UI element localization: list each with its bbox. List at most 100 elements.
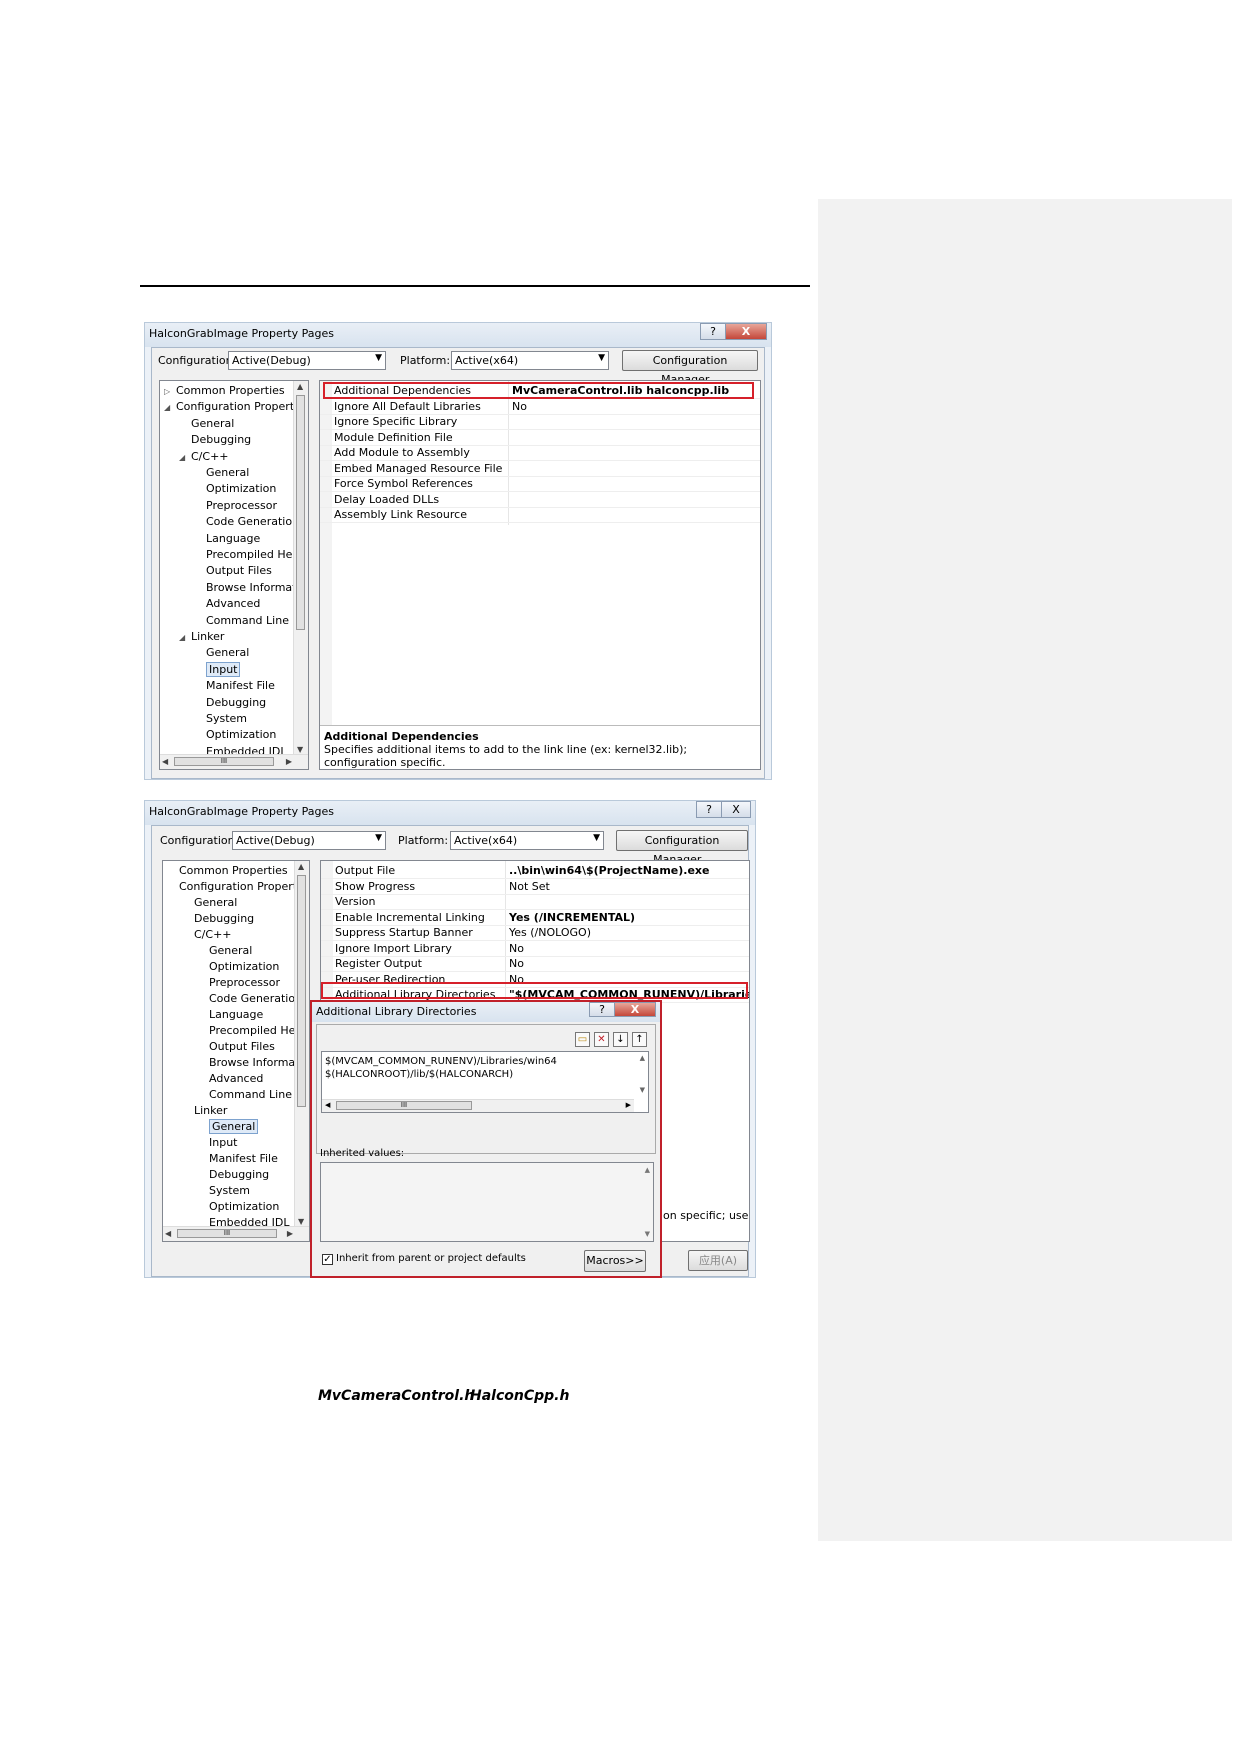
property-row[interactable]: Embed Managed Resource File: [320, 461, 760, 477]
property-row[interactable]: Module Definition File: [320, 430, 760, 446]
tree-item[interactable]: Optimization: [197, 1199, 279, 1215]
scrollbar-thumb[interactable]: [296, 395, 305, 630]
tree-item[interactable]: Code Generation: [197, 991, 302, 1007]
property-row[interactable]: Add Module to Assembly: [320, 445, 760, 461]
configuration-manager-button[interactable]: Configuration Manager...: [616, 830, 748, 866]
property-row[interactable]: Ignore Specific Library: [320, 414, 760, 430]
scroll-left-icon[interactable]: ◀: [165, 1229, 171, 1238]
tree-item[interactable]: Debugging: [179, 432, 251, 448]
tree-item[interactable]: Debugging: [182, 911, 254, 927]
close-button[interactable]: X: [725, 323, 767, 340]
property-value[interactable]: No: [509, 941, 524, 956]
scroll-right-icon[interactable]: ▶: [626, 1101, 631, 1109]
property-row[interactable]: Ignore All Default Libraries No: [320, 399, 760, 415]
property-row[interactable]: Register Output No: [321, 956, 749, 972]
property-value[interactable]: ..\bin\win64\$(ProjectName).exe: [509, 863, 709, 878]
tree-item[interactable]: Language: [194, 531, 260, 547]
tree-horizontal-scrollbar[interactable]: ◀ III ▶: [160, 754, 308, 769]
tree-item[interactable]: Advanced: [197, 1071, 263, 1087]
tree-item[interactable]: Precompiled Head: [194, 547, 306, 563]
property-value[interactable]: No: [509, 956, 524, 971]
tree-item[interactable]: Language: [197, 1007, 263, 1023]
list-horizontal-scrollbar[interactable]: ◀ III ▶: [322, 1099, 634, 1112]
property-row[interactable]: Enable Incremental Linking Yes (/INCREMEN…: [321, 910, 749, 926]
expand-arrow-icon[interactable]: ◢: [164, 400, 176, 416]
tree-item[interactable]: General: [179, 416, 234, 432]
tree-item[interactable]: Preprocessor: [197, 975, 280, 991]
expand-arrow-icon[interactable]: ◢: [179, 450, 191, 466]
inherit-checkbox[interactable]: ✓: [322, 1254, 333, 1265]
tree-item[interactable]: ◢ Configuration Properties: [164, 399, 308, 416]
property-row[interactable]: Force Symbol References: [320, 476, 760, 492]
tree-item[interactable]: Manifest File: [197, 1151, 278, 1167]
close-button[interactable]: X: [721, 801, 751, 818]
scroll-right-icon[interactable]: ▶: [286, 757, 292, 766]
configuration-select[interactable]: Active(Debug) ▼: [228, 351, 386, 370]
apply-button[interactable]: 应用(A): [688, 1250, 748, 1271]
tree-item[interactable]: ◢ C/C++: [179, 449, 229, 465]
move-down-icon[interactable]: ↓: [613, 1032, 628, 1047]
scroll-left-icon[interactable]: ◀: [162, 757, 168, 766]
tree-item[interactable]: Linker: [182, 1103, 227, 1119]
property-value[interactable]: Yes (/INCREMENTAL): [509, 910, 635, 925]
tree-item[interactable]: Optimization: [194, 481, 276, 497]
configuration-select[interactable]: Active(Debug) ▼: [232, 831, 386, 850]
property-row[interactable]: Output File ..\bin\win64\$(ProjectName).e…: [321, 863, 749, 879]
tree-item[interactable]: Command Line: [194, 613, 289, 629]
property-row[interactable]: Delay Loaded DLLs: [320, 492, 760, 508]
configuration-manager-button[interactable]: Configuration Manager...: [622, 350, 758, 386]
property-tree[interactable]: Common Properties Configuration Propertie…: [162, 860, 310, 1242]
property-value[interactable]: No: [512, 399, 527, 414]
scroll-down-icon[interactable]: ▼: [297, 745, 303, 754]
tree-item[interactable]: General: [197, 1119, 259, 1135]
hscroll-thumb[interactable]: III: [336, 1101, 472, 1110]
help-button[interactable]: ?: [589, 1002, 615, 1017]
property-row[interactable]: Version: [321, 894, 749, 910]
tree-vertical-scrollbar[interactable]: ▲ ▼: [294, 861, 309, 1227]
property-row[interactable]: Show Progress Not Set: [321, 879, 749, 895]
scroll-down-icon[interactable]: ▼: [640, 1086, 645, 1094]
help-button[interactable]: ?: [696, 801, 722, 818]
tree-item[interactable]: Input: [197, 1135, 237, 1151]
tree-item[interactable]: Browse Informatio: [197, 1055, 309, 1071]
tree-item[interactable]: General: [194, 465, 249, 481]
directory-entry[interactable]: $(HALCONROOT)/lib/$(HALCONARCH): [325, 1068, 557, 1081]
directory-list[interactable]: $(MVCAM_COMMON_RUNENV)/Libraries/win64 $(…: [321, 1051, 649, 1113]
delete-icon[interactable]: ✕: [594, 1032, 609, 1047]
tree-item[interactable]: Input: [194, 661, 241, 678]
tree-item[interactable]: Advanced: [194, 596, 260, 612]
tree-item[interactable]: Debugging: [197, 1167, 269, 1183]
scroll-up-icon[interactable]: ▲: [297, 382, 303, 391]
tree-item[interactable]: General: [194, 645, 249, 661]
property-row[interactable]: Assembly Link Resource: [320, 507, 760, 523]
tree-item[interactable]: ▷ Common Properties: [164, 383, 285, 399]
scrollbar-thumb[interactable]: [297, 875, 306, 1107]
scroll-up-icon[interactable]: ▲: [640, 1054, 645, 1062]
scroll-up-icon[interactable]: ▲: [645, 1166, 650, 1174]
property-value[interactable]: Not Set: [509, 879, 550, 894]
close-button[interactable]: X: [614, 1002, 656, 1017]
expand-arrow-icon[interactable]: ▷: [164, 384, 176, 400]
tree-item[interactable]: ◢ Linker: [179, 629, 224, 645]
tree-item[interactable]: System: [197, 1183, 250, 1199]
help-button[interactable]: ?: [700, 323, 726, 340]
tree-item[interactable]: Command Line: [197, 1087, 292, 1103]
macros-button[interactable]: Macros>>: [584, 1250, 646, 1272]
property-tree[interactable]: ▷ Common Properties ◢ Configuration Propert…: [159, 380, 309, 770]
hscroll-thumb[interactable]: III: [174, 757, 274, 766]
tree-horizontal-scrollbar[interactable]: ◀ III ▶: [163, 1226, 309, 1241]
property-value[interactable]: Yes (/NOLOGO): [509, 925, 591, 940]
tree-item[interactable]: Precompiled Head: [197, 1023, 309, 1039]
tree-item[interactable]: Optimization: [194, 727, 276, 743]
tree-item[interactable]: Code Generation: [194, 514, 299, 530]
scroll-left-icon[interactable]: ◀: [325, 1101, 330, 1109]
move-up-icon[interactable]: ↑: [632, 1032, 647, 1047]
scroll-up-icon[interactable]: ▲: [298, 862, 304, 871]
scroll-right-icon[interactable]: ▶: [287, 1229, 293, 1238]
tree-item[interactable]: Debugging: [194, 695, 266, 711]
tree-item[interactable]: General: [197, 943, 252, 959]
property-row[interactable]: Ignore Import Library No: [321, 941, 749, 957]
property-grid[interactable]: Additional Dependencies MvCameraControl.l…: [319, 380, 761, 770]
tree-vertical-scrollbar[interactable]: ▲ ▼: [293, 381, 308, 755]
scroll-down-icon[interactable]: ▼: [298, 1217, 304, 1226]
